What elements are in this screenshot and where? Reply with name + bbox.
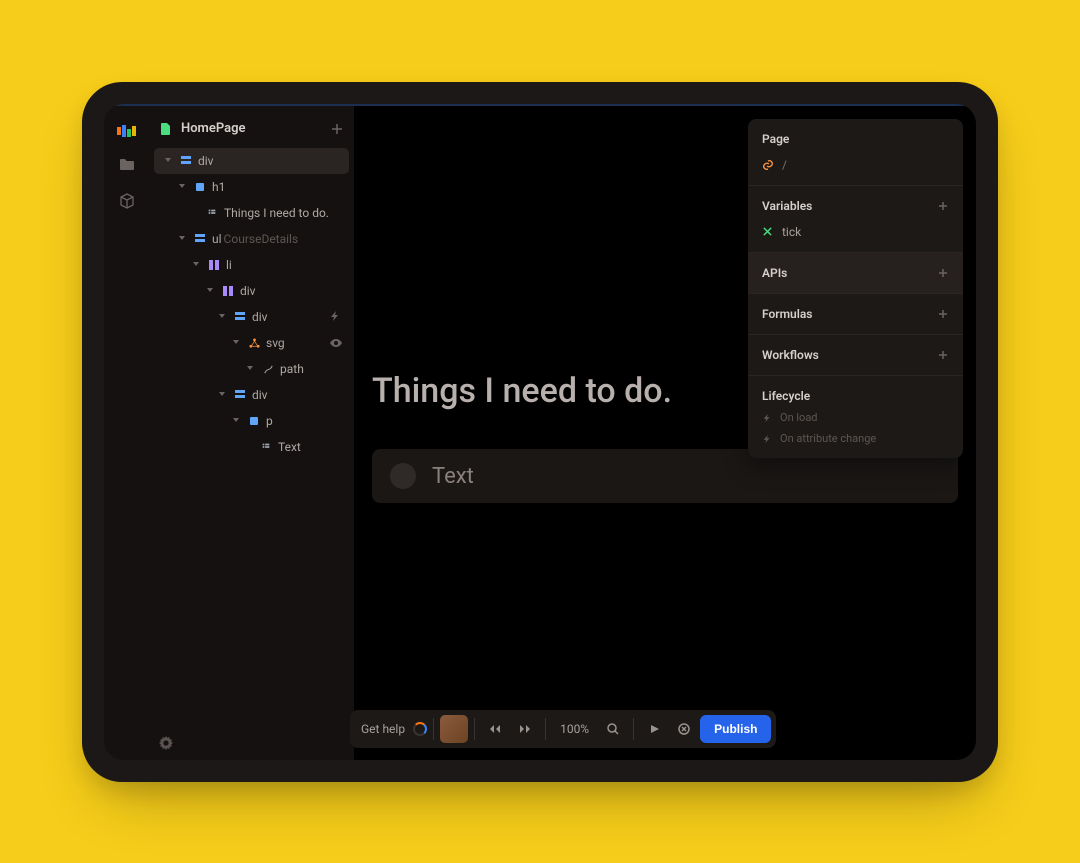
add-page-icon[interactable]: [330, 122, 344, 136]
chevron-down-icon[interactable]: [218, 312, 228, 322]
tree-label: svg: [266, 336, 285, 350]
variable-name: tick: [782, 225, 801, 239]
play-icon[interactable]: [640, 715, 668, 743]
tree-label: li: [226, 258, 232, 272]
zoom-value[interactable]: 100%: [552, 722, 597, 736]
workflows-label: Workflows: [762, 348, 819, 362]
lifecycle-onload[interactable]: On load: [762, 411, 949, 424]
formulas-label: Formulas: [762, 307, 812, 321]
link-icon: [762, 159, 774, 171]
chevron-down-icon[interactable]: [192, 260, 202, 270]
tree-label: div: [198, 154, 214, 168]
tree-row-svg[interactable]: svg: [154, 330, 349, 356]
publish-button[interactable]: Publish: [700, 715, 771, 743]
tree-row-div3[interactable]: div: [154, 382, 349, 408]
chevron-down-icon[interactable]: [206, 286, 216, 296]
lifecycle-onattr[interactable]: On attribute change: [762, 432, 949, 445]
tree-label: div: [252, 310, 268, 324]
lifecycle-label-text: On attribute change: [780, 432, 876, 445]
path-icon: [262, 363, 274, 375]
element-icon: [234, 311, 246, 323]
tree-label: ulCourseDetails: [212, 232, 298, 246]
element-icon: [234, 389, 246, 401]
step-back-icon[interactable]: [481, 715, 509, 743]
text-icon: [206, 207, 218, 219]
svg-icon: [248, 337, 260, 349]
bolt-icon[interactable]: [329, 310, 343, 324]
tree-row-p-text[interactable]: Text: [154, 434, 349, 460]
tree-label: p: [266, 414, 273, 428]
tree-row-ul[interactable]: ulCourseDetails: [154, 226, 349, 252]
add-variable-icon[interactable]: [937, 200, 949, 212]
left-rail: [104, 106, 149, 760]
eye-icon[interactable]: [329, 336, 343, 350]
element-icon: [248, 415, 260, 427]
step-forward-icon[interactable]: [511, 715, 539, 743]
chevron-down-icon[interactable]: [164, 156, 174, 166]
todo-text[interactable]: Text: [432, 464, 474, 489]
page-title: HomePage: [181, 121, 246, 136]
checkbox-circle[interactable]: [390, 463, 416, 489]
lifecycle-label-text: On load: [780, 411, 818, 424]
add-workflow-icon[interactable]: [937, 349, 949, 361]
tree-row-path[interactable]: path: [154, 356, 349, 382]
panel-section-title: Page: [762, 132, 949, 146]
logo-icon[interactable]: [117, 124, 137, 138]
tree-label: div: [240, 284, 256, 298]
variable-icon: [762, 226, 774, 238]
chevron-down-icon[interactable]: [218, 390, 228, 400]
tree-label: div: [252, 388, 268, 402]
variable-item[interactable]: tick: [762, 225, 949, 239]
page-icon: [159, 122, 173, 136]
tree-row-li[interactable]: li: [154, 252, 349, 278]
lifecycle-label: Lifecycle: [762, 389, 949, 403]
bottom-bar: Get help 100% Publish: [104, 710, 976, 748]
tree-row-h1[interactable]: h1: [154, 174, 349, 200]
chevron-down-icon[interactable]: [232, 416, 242, 426]
text-icon: [260, 441, 272, 453]
variables-label: Variables: [762, 199, 812, 213]
element-icon: [222, 285, 234, 297]
tree-row-root-div[interactable]: div: [154, 148, 349, 174]
element-icon: [180, 155, 192, 167]
element-icon: [194, 181, 206, 193]
package-icon[interactable]: [118, 192, 136, 210]
get-help-link[interactable]: Get help: [355, 722, 411, 736]
add-api-icon[interactable]: [937, 267, 949, 279]
element-tree-sidebar: HomePage div h1: [149, 106, 354, 760]
page-path-value[interactable]: /: [782, 158, 787, 172]
chevron-down-icon[interactable]: [178, 182, 188, 192]
tree-label: path: [280, 362, 304, 376]
chevron-down-icon[interactable]: [232, 338, 242, 348]
tree-row-div1[interactable]: div: [154, 278, 349, 304]
zoom-icon[interactable]: [599, 715, 627, 743]
tree-label: Things I need to do.: [224, 206, 329, 220]
folder-icon[interactable]: [118, 156, 136, 174]
user-avatar[interactable]: [440, 715, 468, 743]
stop-icon[interactable]: [670, 715, 698, 743]
tree-row-div2[interactable]: div: [154, 304, 349, 330]
add-formula-icon[interactable]: [937, 308, 949, 320]
element-icon: [194, 233, 206, 245]
spinner-icon: [413, 722, 427, 736]
chevron-down-icon[interactable]: [178, 234, 188, 244]
chevron-down-icon[interactable]: [246, 364, 256, 374]
tree-row-p[interactable]: p: [154, 408, 349, 434]
apis-label: APIs: [762, 266, 787, 280]
tree-label: Text: [278, 440, 301, 454]
tree-label: h1: [212, 180, 225, 194]
tree-row-h1-text[interactable]: Things I need to do.: [154, 200, 349, 226]
element-icon: [208, 259, 220, 271]
properties-panel: Page / Variables tick APIs: [748, 119, 963, 458]
